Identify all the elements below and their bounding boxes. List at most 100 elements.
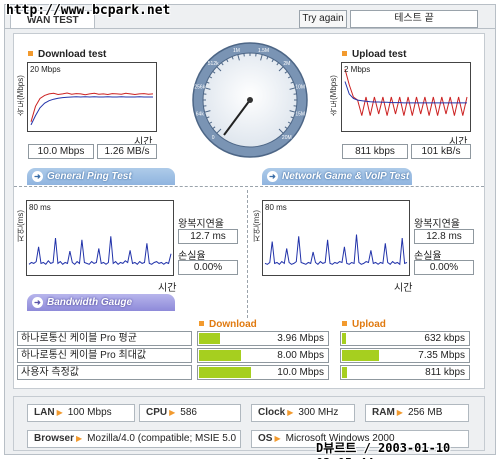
upload-bar-fill xyxy=(342,333,347,344)
upload-bar-fill xyxy=(342,367,348,378)
arrow-icon: ▶ xyxy=(56,408,63,417)
game-scale: 80 ms xyxy=(265,203,287,212)
gauge-mark-label: 1.5M xyxy=(258,48,269,54)
cpu-info: CPU ▶ 586 xyxy=(139,404,241,422)
bandwidth-gauge-label: Bandwidth Gauge xyxy=(47,297,132,308)
gauge-mark-label: 1M xyxy=(233,48,240,54)
gauge-mark-label: 256k xyxy=(194,85,205,91)
upload-bar: 811 kbps xyxy=(340,365,470,380)
clock-key: Clock xyxy=(258,407,286,418)
gauge-mark-label: 15M xyxy=(295,112,305,118)
upload-bar-value: 7.35 Mbps xyxy=(418,350,465,361)
clock-value: 300 MHz xyxy=(298,407,339,418)
download-bar: 10.0 Mbps xyxy=(197,365,329,380)
chart-series-line xyxy=(30,96,153,126)
game-ylabel: 지연(ms) xyxy=(252,210,261,242)
lan-value: 100 Mbps xyxy=(67,407,112,418)
arrow-right-icon: ➜ xyxy=(32,297,43,308)
cpu-key: CPU xyxy=(146,407,168,418)
chart-series-line xyxy=(344,68,468,116)
game-rtt-label: 왕복지연율 xyxy=(414,219,460,230)
arrow-icon: ▶ xyxy=(287,408,294,417)
upload-rate: 101 kB/s xyxy=(411,144,471,159)
download-bar: 8.00 Mbps xyxy=(197,348,329,363)
general-ping-label: General Ping Test xyxy=(47,171,132,182)
download-bar-fill xyxy=(199,367,251,378)
gauge-mark-label: 10M xyxy=(295,85,305,91)
ram-key: RAM xyxy=(372,407,395,418)
arrow-right-icon: ➜ xyxy=(32,171,43,182)
upload-scale: 2 Mbps xyxy=(344,65,371,74)
speed-gauge: 0 64k 256k 512k 1M 1.5M 2M 10M 15M 20M xyxy=(192,42,308,158)
arrow-icon: ▶ xyxy=(76,434,83,443)
game-xlabel: 시간 xyxy=(394,283,413,294)
divider-horizontal xyxy=(14,186,484,187)
download-bar-fill xyxy=(199,333,220,344)
upload-bar: 632 kbps xyxy=(340,331,470,346)
status-field: 테스트 끝 xyxy=(350,10,478,28)
ping-ylabel: 지연(ms) xyxy=(16,210,25,242)
arrow-icon: ▶ xyxy=(169,408,176,417)
divider-vertical xyxy=(247,190,248,318)
ping-rtt-label: 왕복지연율 xyxy=(178,219,224,230)
upload-speed: 811 kbps xyxy=(342,144,408,159)
ping-scale: 80 ms xyxy=(29,203,51,212)
chart-series-line xyxy=(344,81,467,104)
upload-bar-value: 811 kbps xyxy=(425,367,465,378)
arrow-icon: ▶ xyxy=(396,408,403,417)
gauge-hub xyxy=(247,97,253,103)
os-key: OS xyxy=(258,433,273,444)
download-speed: 10.0 Mbps xyxy=(28,144,94,159)
bandwidth-row-label: 하나로통신 케이블 Pro 최대값 xyxy=(17,348,192,363)
game-rtt-value: 12.8 ms xyxy=(414,229,474,244)
ping-rtt-value: 12.7 ms xyxy=(178,229,238,244)
download-bar-value: 3.96 Mbps xyxy=(277,333,324,344)
timestamp: D뷰르트 / 2003-01-10 02:05:44 xyxy=(316,441,451,459)
upload-ylabel: 속도(Mbps) xyxy=(329,75,338,116)
upload-bar-value: 632 kbps xyxy=(424,333,465,344)
ram-info: RAM ▶ 256 MB xyxy=(365,404,469,422)
game-chart xyxy=(264,234,408,266)
arrow-right-icon: ➜ xyxy=(267,171,278,182)
download-header: Download xyxy=(199,319,257,330)
gauge-mark-label: 20M xyxy=(282,135,292,141)
ping-xlabel: 시간 xyxy=(158,283,177,294)
download-bar-value: 8.00 Mbps xyxy=(277,350,324,361)
clock-info: Clock ▶ 300 MHz xyxy=(251,404,355,422)
try-again-button[interactable]: Try again xyxy=(299,10,347,28)
chart-series-line xyxy=(28,236,172,266)
upload-bar: 7.35 Mbps xyxy=(340,348,470,363)
ping-chart xyxy=(28,236,172,266)
bandwidth-gauge-banner[interactable]: ➜ Bandwidth Gauge xyxy=(27,294,175,311)
download-title: Download test xyxy=(28,49,106,60)
download-bar-value: 10.0 Mbps xyxy=(277,367,324,378)
browser-value: Mozilla/4.0 (compatible; MSIE 5.0 xyxy=(87,433,237,444)
upload-title: Upload test xyxy=(342,49,406,60)
cpu-value: 586 xyxy=(180,407,197,418)
download-bar-fill xyxy=(199,350,241,361)
gauge-mark-label: 64k xyxy=(196,112,205,118)
watermark: http://www.bcpark.net xyxy=(6,3,171,18)
general-ping-banner[interactable]: ➜ General Ping Test xyxy=(27,168,175,185)
bandwidth-row-label: 하나로통신 케이블 Pro 평균 xyxy=(17,331,192,346)
download-scale: 20 Mbps xyxy=(30,65,61,74)
gauge-mark-label: 0 xyxy=(212,135,215,141)
upload-header: Upload xyxy=(342,319,386,330)
arrow-icon: ▶ xyxy=(274,434,281,443)
ping-loss-value: 0.00% xyxy=(178,260,238,275)
upload-bar-fill xyxy=(342,350,380,361)
network-game-banner[interactable]: ➜ Network Game & VoIP Test xyxy=(262,168,412,185)
lan-info: LAN ▶ 100 Mbps xyxy=(27,404,135,422)
browser-info: Browser ▶ Mozilla/4.0 (compatible; MSIE 5.… xyxy=(27,430,241,448)
game-loss-value: 0.00% xyxy=(414,260,474,275)
download-ylabel: 속도(Mbps) xyxy=(16,75,25,116)
lan-key: LAN xyxy=(34,407,55,418)
gauge-mark-label: 2M xyxy=(283,61,290,67)
bandwidth-row-label: 사용자 측정값 xyxy=(17,365,192,380)
browser-key: Browser xyxy=(34,433,75,444)
chart-series-line xyxy=(264,234,408,266)
network-game-label: Network Game & VoIP Test xyxy=(282,171,410,182)
tab-divider xyxy=(4,28,496,29)
download-bar: 3.96 Mbps xyxy=(197,331,329,346)
gauge-mark-label: 512k xyxy=(208,61,219,67)
